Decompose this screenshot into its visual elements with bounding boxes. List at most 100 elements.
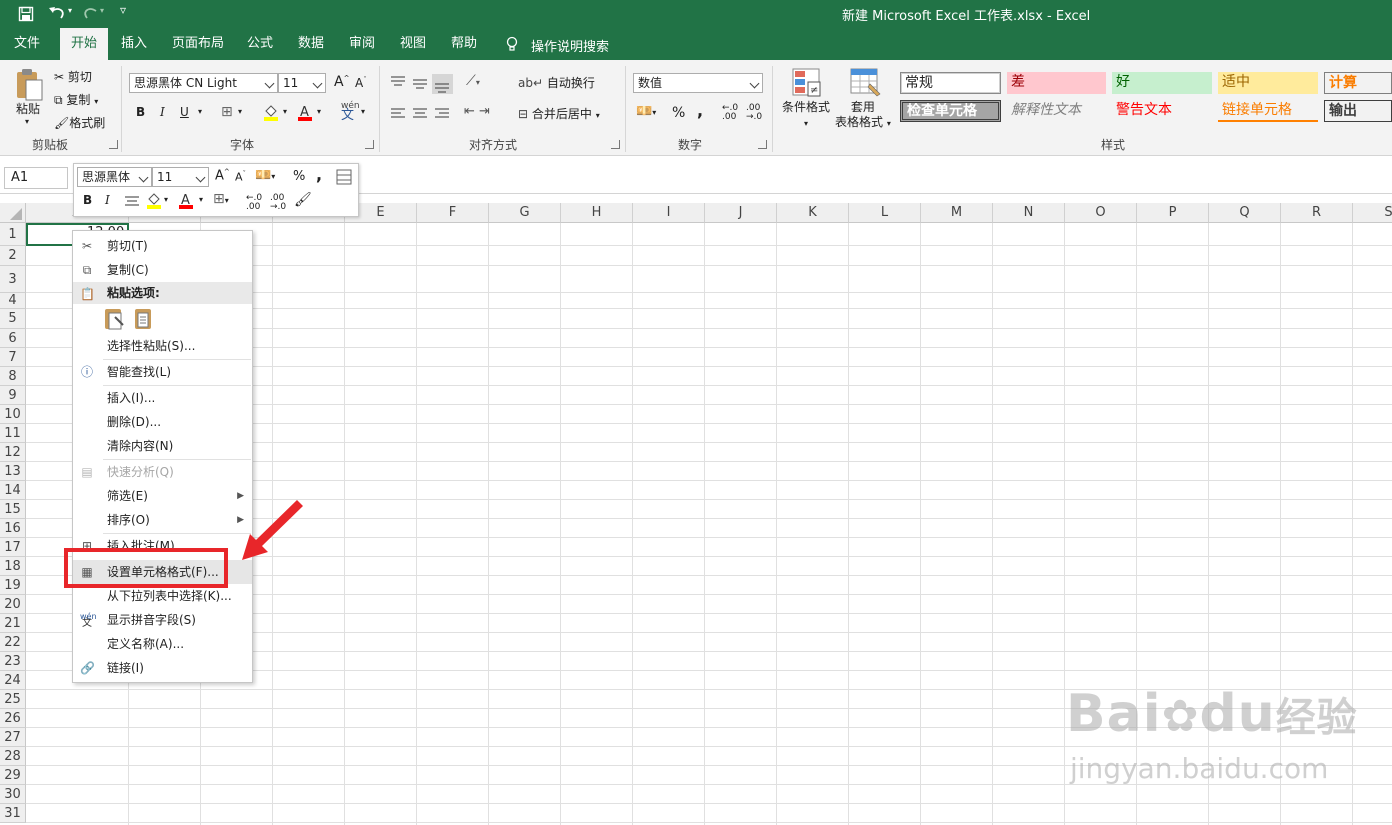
mini-font-size-combo[interactable]: 11 bbox=[152, 167, 209, 187]
row-header-8[interactable]: 8 bbox=[0, 367, 26, 386]
increase-decimal-button[interactable]: ←.0 .00 bbox=[722, 104, 738, 122]
row-header-31[interactable]: 31 bbox=[0, 804, 26, 823]
row-header-12[interactable]: 12 bbox=[0, 443, 26, 462]
menu-item-link[interactable]: 🔗 链接(I) bbox=[73, 656, 252, 680]
fill-color-icon[interactable] bbox=[263, 104, 279, 122]
merge-center-button[interactable]: ⊟ 合并后居中 ▾ bbox=[518, 105, 600, 122]
row-header-16[interactable]: 16 bbox=[0, 519, 26, 538]
mini-accounting-icon[interactable]: 💴▾ bbox=[255, 168, 275, 183]
row-header-4[interactable]: 4 bbox=[0, 293, 26, 309]
mini-grow-font-button[interactable]: A^ bbox=[215, 168, 230, 183]
style-linked-cell[interactable]: 链接单元格 bbox=[1218, 100, 1318, 122]
paste-button[interactable]: 粘贴 bbox=[16, 100, 40, 117]
row-header-5[interactable]: 5 bbox=[0, 309, 26, 329]
customize-qat-icon[interactable]: ▿ bbox=[120, 3, 126, 17]
row-header-17[interactable]: 17 bbox=[0, 538, 26, 557]
column-header-n[interactable]: N bbox=[993, 203, 1065, 223]
borders-dropdown-icon[interactable]: ▾ bbox=[238, 107, 242, 116]
copy-dropdown-icon[interactable]: ▾ bbox=[94, 97, 98, 106]
font-launcher-icon[interactable] bbox=[365, 140, 374, 149]
column-header-i[interactable]: I bbox=[633, 203, 705, 223]
tell-me-search[interactable]: 操作说明搜索 bbox=[531, 36, 609, 55]
accounting-format-button[interactable]: 💴▾ bbox=[636, 104, 656, 119]
row-header-22[interactable]: 22 bbox=[0, 633, 26, 652]
mini-font-name-combo[interactable]: 思源黑体 bbox=[77, 167, 152, 187]
tab-file[interactable]: 文件 bbox=[3, 28, 51, 60]
row-header-10[interactable]: 10 bbox=[0, 405, 26, 424]
row-header-27[interactable]: 27 bbox=[0, 728, 26, 747]
clipboard-launcher-icon[interactable] bbox=[109, 140, 118, 149]
bold-button[interactable]: B bbox=[136, 105, 145, 119]
menu-item-sort[interactable]: 排序(O) ▶ bbox=[73, 508, 252, 532]
row-header-6[interactable]: 6 bbox=[0, 329, 26, 348]
row-header-23[interactable]: 23 bbox=[0, 652, 26, 671]
tab-help[interactable]: 帮助 bbox=[440, 28, 488, 60]
conditional-formatting-button[interactable]: 条件格式 ▾ bbox=[782, 100, 830, 131]
mini-percent-button[interactable]: % bbox=[293, 169, 305, 184]
row-header-13[interactable]: 13 bbox=[0, 462, 26, 481]
vertical-align-icons[interactable] bbox=[389, 74, 453, 94]
style-neutral[interactable]: 适中 bbox=[1218, 72, 1318, 94]
column-header-f[interactable]: F bbox=[417, 203, 489, 223]
row-header-11[interactable]: 11 bbox=[0, 424, 26, 443]
merge-dropdown-icon[interactable]: ▾ bbox=[596, 111, 600, 120]
row-header-2[interactable]: 2 bbox=[0, 246, 26, 266]
row-header-3[interactable]: 3 bbox=[0, 266, 26, 293]
mini-italic-button[interactable]: I bbox=[105, 193, 110, 207]
menu-item-smart-lookup[interactable]: ⓘ 智能查找(L) bbox=[73, 360, 252, 384]
row-header-15[interactable]: 15 bbox=[0, 500, 26, 519]
column-header-q[interactable]: Q bbox=[1209, 203, 1281, 223]
row-header-1[interactable]: 1 bbox=[0, 223, 26, 246]
row-header-24[interactable]: 24 bbox=[0, 671, 26, 690]
menu-item-copy[interactable]: ⧉ 复制(C) bbox=[73, 258, 252, 282]
select-all-corner[interactable] bbox=[0, 203, 26, 223]
menu-item-cut[interactable]: ✂ 剪切(T) bbox=[73, 234, 252, 258]
row-header-26[interactable]: 26 bbox=[0, 709, 26, 728]
column-header-h[interactable]: H bbox=[561, 203, 633, 223]
number-launcher-icon[interactable] bbox=[758, 140, 767, 149]
percent-button[interactable]: % bbox=[672, 105, 685, 121]
row-header-19[interactable]: 19 bbox=[0, 576, 26, 595]
orientation-icon[interactable]: ⟋▾ bbox=[466, 73, 480, 89]
font-color-dropdown-icon[interactable]: ▾ bbox=[317, 107, 321, 116]
tab-formulas[interactable]: 公式 bbox=[236, 28, 284, 60]
mini-borders-icon[interactable]: ⊞▾ bbox=[213, 191, 229, 207]
mini-fill-color-icon[interactable] bbox=[146, 192, 162, 210]
horizontal-align-icons[interactable] bbox=[389, 107, 453, 121]
column-header-g[interactable]: G bbox=[489, 203, 561, 223]
row-header-21[interactable]: 21 bbox=[0, 614, 26, 633]
column-header-l[interactable]: L bbox=[849, 203, 921, 223]
style-check-cell[interactable]: 检查单元格 bbox=[900, 100, 1001, 122]
row-header-30[interactable]: 30 bbox=[0, 785, 26, 804]
tab-data[interactable]: 数据 bbox=[287, 28, 335, 60]
font-name-combo[interactable]: 思源黑体 CN Light bbox=[129, 73, 278, 93]
name-box[interactable]: A1 bbox=[4, 167, 68, 189]
menu-item-show-phonetic[interactable]: wén 文显示拼音字段(S) bbox=[73, 608, 252, 632]
mini-shrink-font-button[interactable]: Aˇ bbox=[235, 170, 246, 184]
format-as-table-button[interactable]: 套用 表格格式 ▾ bbox=[835, 100, 891, 131]
tab-review[interactable]: 审阅 bbox=[338, 28, 386, 60]
mini-fill-dropdown-icon[interactable]: ▾ bbox=[164, 195, 168, 204]
row-header-28[interactable]: 28 bbox=[0, 747, 26, 766]
copy-button[interactable]: ⧉ 复制 ▾ bbox=[54, 91, 98, 108]
number-format-combo[interactable]: 数值 bbox=[633, 73, 763, 93]
undo-icon[interactable] bbox=[48, 5, 66, 21]
decrease-decimal-button[interactable]: .00 →.0 bbox=[746, 104, 762, 122]
redo-icon[interactable] bbox=[82, 5, 100, 21]
mini-align-center-icon[interactable] bbox=[124, 195, 140, 207]
style-calculation[interactable]: 计算 bbox=[1324, 72, 1392, 94]
paste-icon[interactable] bbox=[14, 68, 44, 102]
column-header-m[interactable]: M bbox=[921, 203, 993, 223]
font-size-combo[interactable]: 11 bbox=[278, 73, 326, 93]
mini-font-color-dropdown-icon[interactable]: ▾ bbox=[199, 195, 203, 204]
format-as-table-icon[interactable] bbox=[850, 68, 882, 98]
mini-font-color-icon[interactable]: A bbox=[178, 191, 194, 210]
mini-format-table-icon[interactable] bbox=[336, 169, 352, 185]
tab-view[interactable]: 视图 bbox=[389, 28, 437, 60]
wrap-text-button[interactable]: ab↵ 自动换行 bbox=[518, 74, 595, 91]
tab-page-layout[interactable]: 页面布局 bbox=[161, 28, 235, 60]
menu-item-define-name[interactable]: 定义名称(A)... bbox=[73, 632, 252, 656]
grow-font-button[interactable]: A^ bbox=[334, 74, 349, 90]
save-icon[interactable] bbox=[18, 6, 34, 22]
row-header-18[interactable]: 18 bbox=[0, 557, 26, 576]
